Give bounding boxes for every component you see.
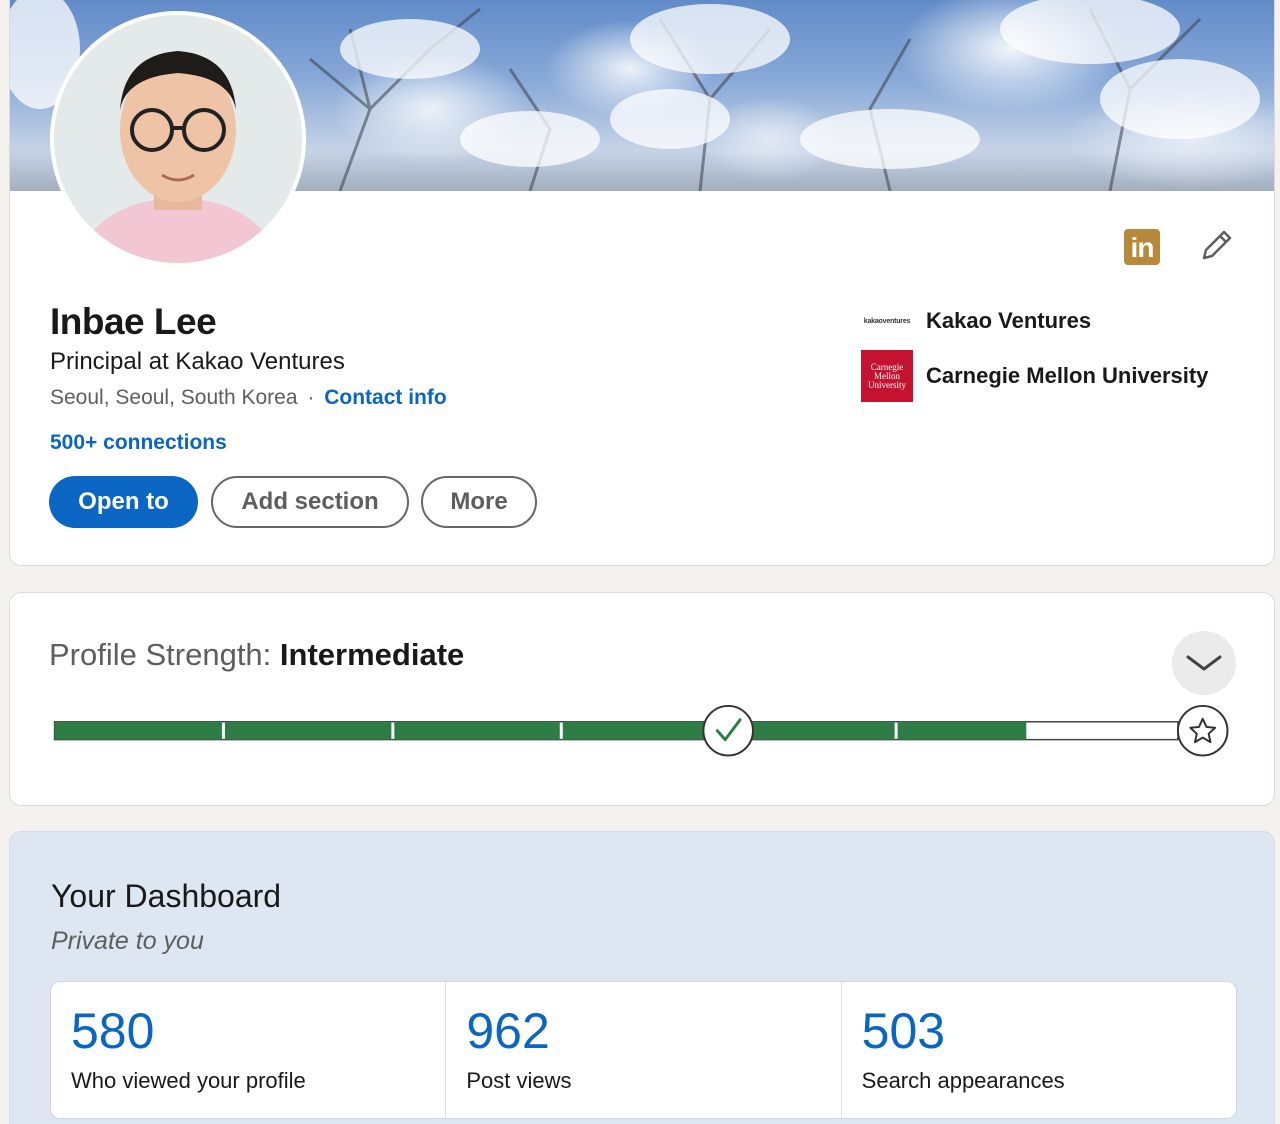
stat-value: 962 (466, 1003, 550, 1059)
dashboard-stats: 580 Who viewed your profile 962 Post vie… (50, 981, 1237, 1119)
dashboard-subtitle: Private to you (51, 927, 204, 955)
profile-strength-card: Profile Strength: Intermediate (9, 592, 1275, 806)
strength-progress-bar (53, 704, 1229, 757)
location-text: Seoul, Seoul, South Korea (50, 386, 298, 409)
stat-label: Who viewed your profile (71, 1068, 306, 1093)
progress-segment (224, 721, 392, 740)
stat-label: Search appearances (861, 1068, 1065, 1093)
kakao-ventures-logo: kakaoventures (863, 317, 911, 325)
progress-segment (54, 721, 222, 740)
profile-card: in Inbae Lee Principal at Kakao Ventures… (9, 0, 1275, 566)
linkedin-icon[interactable]: in (1124, 229, 1160, 265)
separator: · (307, 386, 315, 409)
dashboard-title: Your Dashboard (51, 878, 282, 914)
stat-value: 503 (861, 1003, 946, 1059)
milestone-check-icon (702, 704, 754, 757)
add-section-button[interactable]: Add section (211, 476, 409, 528)
progress-segment (394, 721, 560, 740)
person-portrait (54, 15, 302, 263)
cmu-logo: Carnegie Mellon University (861, 350, 913, 402)
connections-link[interactable]: 500+ connections (50, 431, 227, 455)
org-carnegie-mellon[interactable]: Carnegie Mellon University Carnegie Mell… (861, 350, 1208, 402)
progress-segment (897, 721, 1027, 740)
profile-headline: Principal at Kakao Ventures (50, 348, 345, 375)
edit-pencil-icon[interactable] (1198, 228, 1234, 264)
contact-info-link[interactable]: Contact info (324, 386, 446, 409)
cmu-logo-text: Carnegie Mellon University (868, 361, 906, 390)
stat-post-views[interactable]: 962 Post views (446, 982, 842, 1118)
open-to-button[interactable]: Open to (49, 476, 198, 528)
stat-value: 580 (71, 1003, 155, 1059)
dashboard-card: Your Dashboard Private to you 580 Who vi… (9, 831, 1275, 1124)
location-row: Seoul, Seoul, South Korea · Contact info (50, 386, 447, 410)
org-name: Kakao Ventures (926, 308, 1092, 333)
org-kakao-ventures[interactable]: kakaoventures Kakao Ventures (861, 295, 1091, 347)
profile-photo[interactable] (50, 11, 306, 267)
more-button[interactable]: More (421, 476, 537, 528)
org-name: Carnegie Mellon University (926, 363, 1209, 388)
profile-name: Inbae Lee (50, 301, 217, 342)
goal-star-icon (1176, 704, 1229, 757)
stat-label: Post views (466, 1068, 572, 1093)
stat-profile-views[interactable]: 580 Who viewed your profile (51, 982, 447, 1118)
stat-search-appearances[interactable]: 503 Search appearances (842, 982, 1236, 1118)
